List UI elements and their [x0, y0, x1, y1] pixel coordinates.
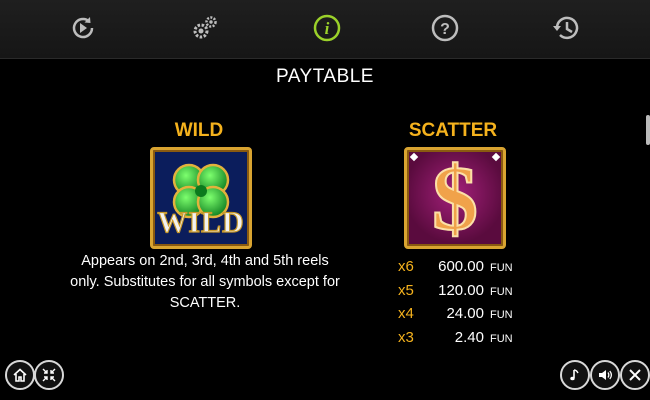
close-button[interactable] — [620, 360, 650, 390]
music-icon — [570, 369, 579, 381]
info-icon: i — [313, 14, 341, 42]
payout-currency: FUN — [490, 285, 513, 298]
sound-button[interactable] — [590, 360, 620, 390]
payout-row: x5 120.00 FUN — [398, 282, 538, 306]
payout-row: x4 24.00 FUN — [398, 305, 538, 329]
minimize-icon — [42, 368, 56, 382]
scatter-title: SCATTER — [408, 120, 498, 141]
dollar-icon: $ — [431, 146, 479, 250]
autoplay-button[interactable] — [65, 10, 101, 46]
history-button[interactable] — [548, 10, 584, 46]
payout-value: 2.40 — [454, 328, 484, 346]
page-title: PAYTABLE — [276, 66, 374, 87]
svg-text:i: i — [325, 19, 330, 38]
payout-currency: FUN — [490, 262, 513, 274]
gears-icon — [193, 16, 217, 39]
info-button[interactable]: i — [309, 10, 345, 46]
wild-description: Appears on 2nd, 3rd, 4th and 5th reels o… — [70, 253, 340, 311]
payout-value: 600.00 — [438, 258, 484, 275]
top-bar: i ? — [0, 0, 650, 59]
autoplay-icon — [72, 17, 94, 39]
payout-multiplier: x3 — [398, 328, 414, 346]
minimize-button[interactable] — [34, 360, 64, 390]
close-icon — [629, 369, 641, 381]
payout-row: x6 600.00 FUN — [398, 258, 538, 282]
payout-multiplier: x6 — [398, 258, 414, 275]
payout-row: x3 2.40 FUN — [398, 329, 538, 353]
payout-value: 24.00 — [446, 305, 484, 322]
scatter-symbol: $ — [404, 146, 506, 250]
home-button[interactable] — [5, 360, 35, 390]
wild-symbol: WILD — [150, 147, 252, 249]
wild-symbol-label: WILD — [157, 205, 245, 239]
home-icon — [13, 368, 27, 382]
settings-button[interactable] — [187, 10, 223, 46]
payout-currency: FUN — [490, 309, 513, 321]
scatter-paytable: x6 600.00 FUN x5 120.00 FUN x4 24.00 FUN… — [398, 258, 538, 352]
help-button[interactable]: ? — [427, 10, 463, 46]
history-icon — [553, 16, 579, 40]
payout-currency: FUN — [490, 332, 513, 345]
payout-value: 120.00 — [438, 281, 484, 299]
payout-multiplier: x5 — [398, 281, 414, 299]
svg-text:?: ? — [440, 21, 450, 38]
music-button[interactable] — [560, 360, 590, 390]
question-icon: ? — [431, 14, 459, 42]
payout-multiplier: x4 — [398, 305, 414, 322]
scrollbar-thumb[interactable] — [646, 115, 650, 145]
wild-title: WILD — [174, 120, 224, 141]
sound-icon — [599, 370, 612, 380]
